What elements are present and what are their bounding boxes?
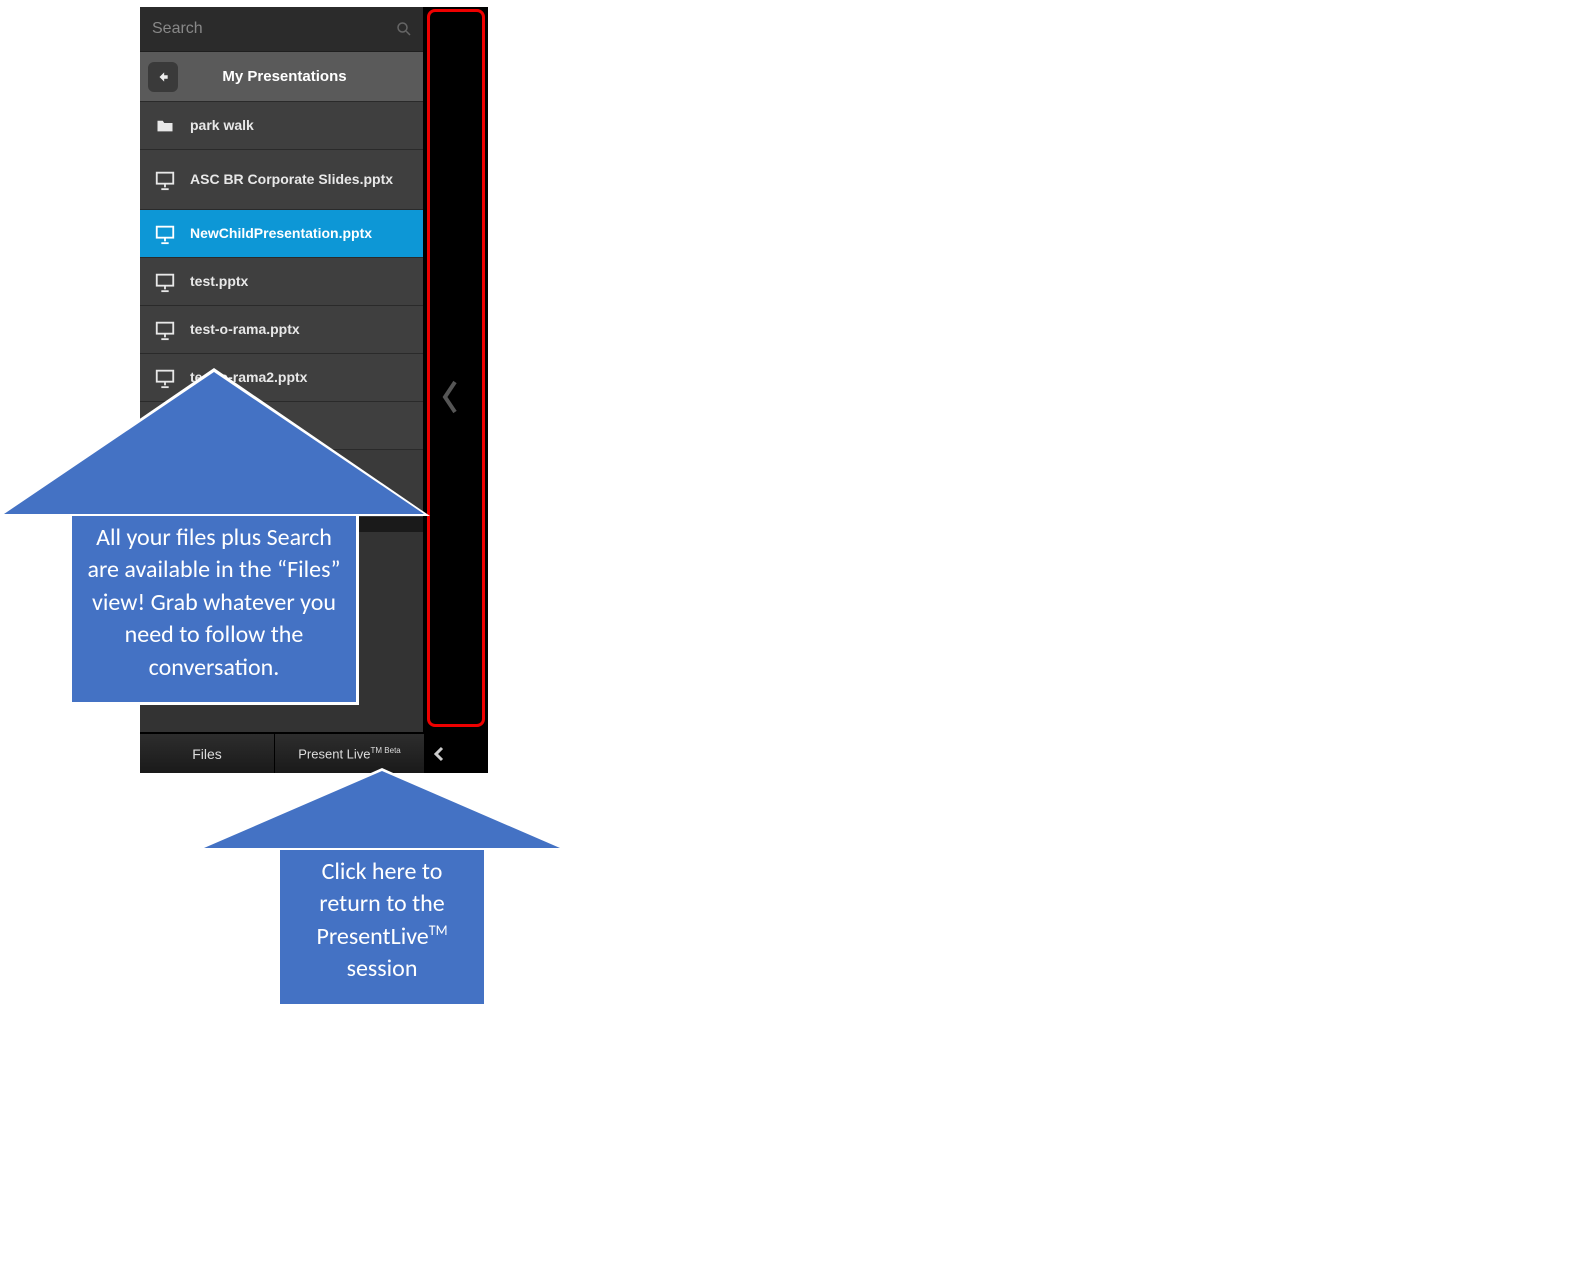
file-label: test.pptx bbox=[190, 272, 248, 290]
bottom-tabbar: Files Present LiveTM Beta bbox=[140, 733, 488, 773]
back-arrow-icon bbox=[156, 70, 170, 84]
chevron-left-icon[interactable] bbox=[440, 377, 460, 422]
search-icon bbox=[395, 20, 413, 38]
tab-label: Present LiveTM Beta bbox=[298, 746, 401, 761]
presentation-icon bbox=[154, 271, 176, 293]
search-input[interactable]: Search bbox=[150, 20, 395, 38]
file-label: test-o-rama.pptx bbox=[190, 320, 300, 338]
presentation-icon bbox=[154, 319, 176, 341]
presentation-icon bbox=[154, 169, 176, 191]
tab-label: Files bbox=[192, 746, 222, 762]
search-bar[interactable]: Search bbox=[140, 7, 423, 52]
list-item[interactable]: test.pptx bbox=[140, 258, 423, 306]
callout-presentlive: Click here to return to the PresentLiveT… bbox=[202, 771, 562, 1007]
file-label: ASC BR Corporate Slides.pptx bbox=[190, 170, 393, 188]
list-item[interactable]: ASC BR Corporate Slides.pptx bbox=[140, 150, 423, 210]
list-item[interactable]: NewChildPresentation.pptx bbox=[140, 210, 423, 258]
list-item[interactable]: park walk bbox=[140, 102, 423, 150]
callout-text: All your files plus Search are available… bbox=[87, 523, 340, 682]
sidebar-header: My Presentations bbox=[140, 52, 423, 102]
callout-text: Click here to return to the PresentLiveT… bbox=[316, 857, 447, 983]
file-label: park walk bbox=[190, 116, 254, 134]
chevron-left-icon bbox=[433, 746, 445, 762]
presentation-icon bbox=[154, 223, 176, 245]
folder-icon bbox=[154, 115, 176, 137]
back-button[interactable] bbox=[148, 62, 178, 92]
file-label: NewChildPresentation.pptx bbox=[190, 224, 372, 242]
sidebar-title: My Presentations bbox=[178, 68, 415, 85]
callout-files: All your files plus Search are available… bbox=[2, 372, 426, 705]
list-item[interactable]: test-o-rama.pptx bbox=[140, 306, 423, 354]
